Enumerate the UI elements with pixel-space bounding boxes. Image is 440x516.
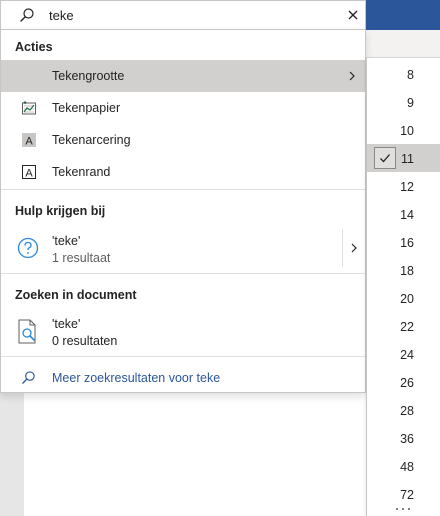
- font-size-value: 12: [400, 180, 414, 194]
- font-size-option-9[interactable]: 9: [367, 88, 440, 116]
- svg-text:A: A: [25, 168, 33, 180]
- font-size-value: 28: [400, 404, 414, 418]
- close-icon[interactable]: [345, 7, 361, 23]
- action-character-border[interactable]: A Tekenrand: [1, 156, 365, 188]
- svg-text:A: A: [25, 136, 33, 148]
- document-search-count: 0 resultaten: [52, 334, 118, 348]
- font-size-option-20[interactable]: 20: [367, 284, 440, 312]
- font-size-value: 10: [400, 124, 414, 138]
- font-size-value: 26: [400, 376, 414, 390]
- chevron-right-icon[interactable]: [349, 242, 359, 254]
- action-character-border-label: Tekenrand: [52, 165, 111, 179]
- checkmark-icon: [374, 147, 396, 169]
- help-separator: [342, 229, 343, 267]
- font-size-value: 72: [400, 488, 414, 502]
- chevron-right-icon: [349, 71, 355, 81]
- search-box[interactable]: [0, 0, 366, 29]
- divider: [1, 356, 365, 357]
- help-result[interactable]: 'teke' 1 resultaat: [1, 225, 365, 273]
- font-size-option-18[interactable]: 18: [367, 256, 440, 284]
- font-size-option-12[interactable]: 12: [367, 172, 440, 200]
- font-size-value: 22: [400, 320, 414, 334]
- actions-header: Acties: [15, 40, 53, 54]
- document-search-title: 'teke': [52, 317, 81, 331]
- help-result-count: 1 resultaat: [52, 251, 111, 265]
- action-drawing-paper[interactable]: Tekenpapier: [1, 92, 365, 124]
- font-size-value: 11: [401, 152, 414, 166]
- action-character-shading[interactable]: A Tekenarcering: [1, 124, 365, 156]
- more-search-results-label: Meer zoekresultaten voor teke: [52, 371, 221, 385]
- action-drawing-paper-label: Tekenpapier: [52, 101, 121, 115]
- font-size-option-10[interactable]: 10: [367, 116, 440, 144]
- font-size-value: 16: [400, 236, 414, 250]
- search-icon: [20, 8, 34, 22]
- search-icon: [22, 371, 35, 384]
- action-font-size[interactable]: Tekengrootte: [1, 60, 365, 92]
- font-size-value: 8: [407, 68, 414, 82]
- document-search-header: Zoeken in document: [15, 288, 137, 302]
- font-size-value: 20: [400, 292, 414, 306]
- font-size-option-22[interactable]: 22: [367, 312, 440, 340]
- character-shading-icon: A: [22, 133, 36, 148]
- document-search-result[interactable]: 'teke' 0 resultaten: [1, 310, 365, 358]
- font-size-option-72[interactable]: 72: [367, 480, 440, 508]
- font-size-option-16[interactable]: 16: [367, 228, 440, 256]
- font-size-value: 14: [400, 208, 414, 222]
- ribbon-strip: [366, 30, 440, 58]
- font-size-value: 9: [407, 96, 414, 110]
- more-dots-icon[interactable]: [393, 506, 413, 512]
- font-size-icon: [21, 68, 37, 84]
- search-results-dropdown: Acties Tekengrootte Tekenpapier A Tekena…: [0, 29, 366, 393]
- drawing-paper-icon: [22, 101, 36, 115]
- font-size-value: 48: [400, 460, 414, 474]
- font-size-option-14[interactable]: 14: [367, 200, 440, 228]
- help-circle-icon: [17, 237, 39, 259]
- action-character-shading-label: Tekenarcering: [52, 133, 131, 147]
- font-size-option-36[interactable]: 36: [367, 424, 440, 452]
- help-header: Hulp krijgen bij: [15, 204, 106, 218]
- more-search-results-link[interactable]: Meer zoekresultaten voor teke: [1, 365, 365, 391]
- font-size-option-8[interactable]: 8: [367, 60, 440, 88]
- font-size-option-11[interactable]: 11: [367, 144, 440, 172]
- search-input[interactable]: [49, 6, 329, 24]
- character-border-icon: A: [22, 165, 36, 180]
- document-search-icon: [18, 319, 36, 344]
- font-size-list: 8 9 10 11 12 14 16 18 20 22 24 26 28 36 …: [366, 58, 440, 516]
- font-size-value: 36: [400, 432, 414, 446]
- font-size-option-26[interactable]: 26: [367, 368, 440, 396]
- font-size-option-24[interactable]: 24: [367, 340, 440, 368]
- divider: [1, 189, 365, 190]
- action-font-size-label: Tekengrootte: [52, 69, 125, 83]
- divider: [1, 273, 365, 274]
- font-size-option-28[interactable]: 28: [367, 396, 440, 424]
- font-size-value: 24: [400, 348, 414, 362]
- font-size-value: 18: [400, 264, 414, 278]
- help-result-title: 'teke': [52, 234, 81, 248]
- font-size-option-48[interactable]: 48: [367, 452, 440, 480]
